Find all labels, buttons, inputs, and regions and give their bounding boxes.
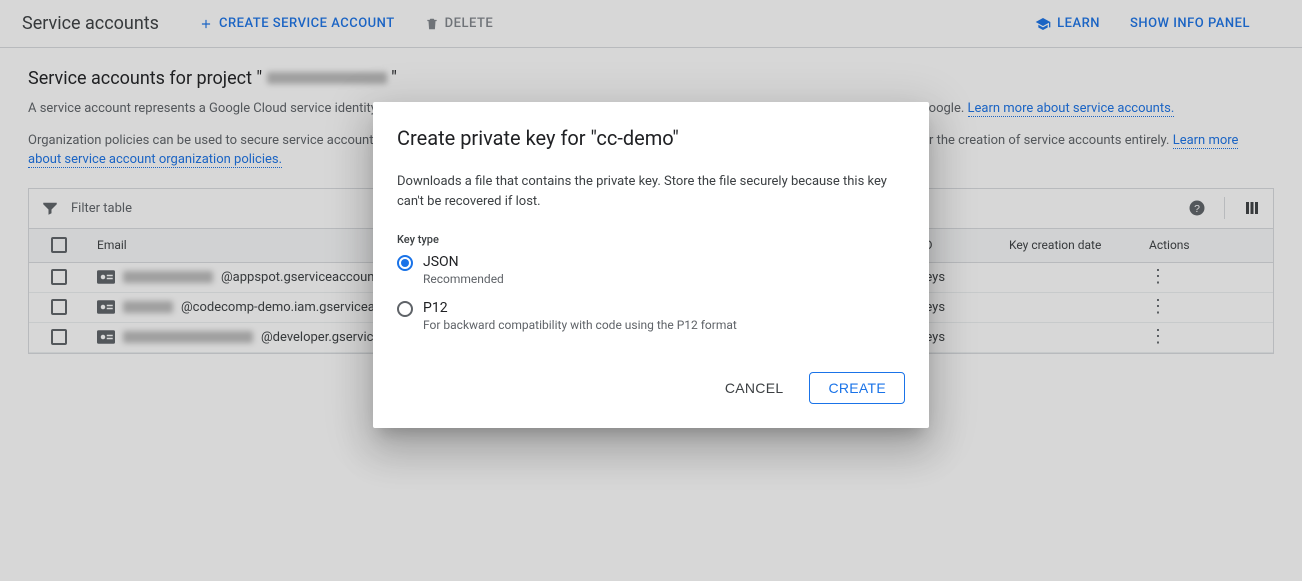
modal-overlay[interactable]: Create private key for "cc-demo" Downloa… [0,0,1302,581]
create-button[interactable]: CREATE [809,372,905,404]
key-type-option-p12[interactable]: P12 For backward compatibility with code… [397,300,905,332]
key-type-label: Key type [397,233,905,246]
radio-p12[interactable] [397,301,413,317]
dialog-hint: Downloads a file that contains the priva… [397,172,905,211]
dialog-title: Create private key for "cc-demo" [397,126,905,150]
radio-p12-sub: For backward compatibility with code usi… [423,318,737,332]
create-key-dialog: Create private key for "cc-demo" Downloa… [373,102,929,428]
dialog-actions: CANCEL CREATE [397,372,905,404]
radio-json[interactable] [397,255,413,271]
radio-json-label: JSON [423,254,504,270]
radio-p12-label: P12 [423,300,737,316]
key-type-option-json[interactable]: JSON Recommended [397,254,905,286]
cancel-button[interactable]: CANCEL [711,372,798,404]
radio-json-sub: Recommended [423,272,504,286]
